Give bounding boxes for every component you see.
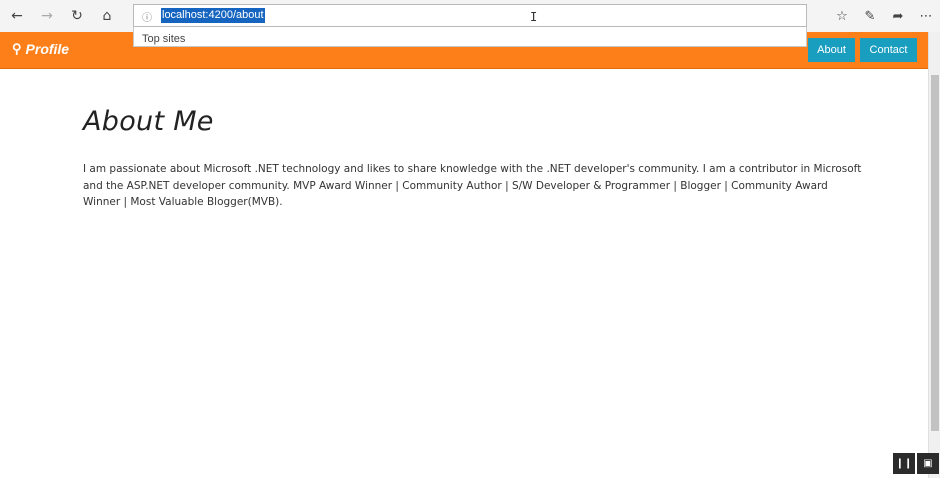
- share-icon[interactable]: ➦: [884, 1, 912, 31]
- about-button[interactable]: About: [808, 38, 855, 62]
- pause-icon[interactable]: ❙❙: [893, 453, 915, 474]
- address-url[interactable]: localhost:4200/about: [161, 8, 265, 23]
- favorites-star-icon[interactable]: ☆: [828, 1, 856, 31]
- address-bar[interactable]: ⓘ localhost:4200/about I: [133, 4, 807, 27]
- browser-nav-buttons: ← → ↻ ⌂: [2, 1, 122, 31]
- award-icon: ⚲: [12, 41, 22, 56]
- address-suggestions-dropdown: Top sites: [133, 27, 807, 47]
- suggestion-top-sites[interactable]: Top sites: [142, 33, 185, 45]
- pen-icon[interactable]: ✎: [856, 1, 884, 31]
- page-scrollbar[interactable]: [928, 32, 940, 478]
- back-arrow-icon[interactable]: ←: [2, 1, 32, 31]
- media-controls: ❙❙ ▣: [891, 453, 939, 474]
- about-content: About Me I am passionate about Microsoft…: [83, 106, 863, 211]
- scrollbar-thumb[interactable]: [931, 75, 939, 431]
- picture-in-picture-icon[interactable]: ▣: [917, 453, 939, 474]
- refresh-icon[interactable]: ↻: [62, 1, 92, 31]
- contact-button[interactable]: Contact: [860, 38, 917, 62]
- about-paragraph: I am passionate about Microsoft .NET tec…: [83, 163, 862, 208]
- more-icon[interactable]: ⋯: [912, 1, 940, 31]
- page-viewport: ⚲ Profile About Contact About Me I am pa…: [0, 32, 928, 478]
- text-cursor-icon: I: [530, 10, 538, 24]
- home-icon[interactable]: ⌂: [92, 1, 122, 31]
- browser-right-tools: ☆ ✎ ➦ ⋯: [828, 0, 940, 32]
- brand-label: Profile: [25, 41, 70, 57]
- info-icon[interactable]: ⓘ: [142, 9, 152, 24]
- forward-arrow-icon[interactable]: →: [32, 1, 62, 31]
- page-title: About Me: [83, 106, 214, 137]
- brand-link[interactable]: ⚲ Profile: [12, 41, 69, 57]
